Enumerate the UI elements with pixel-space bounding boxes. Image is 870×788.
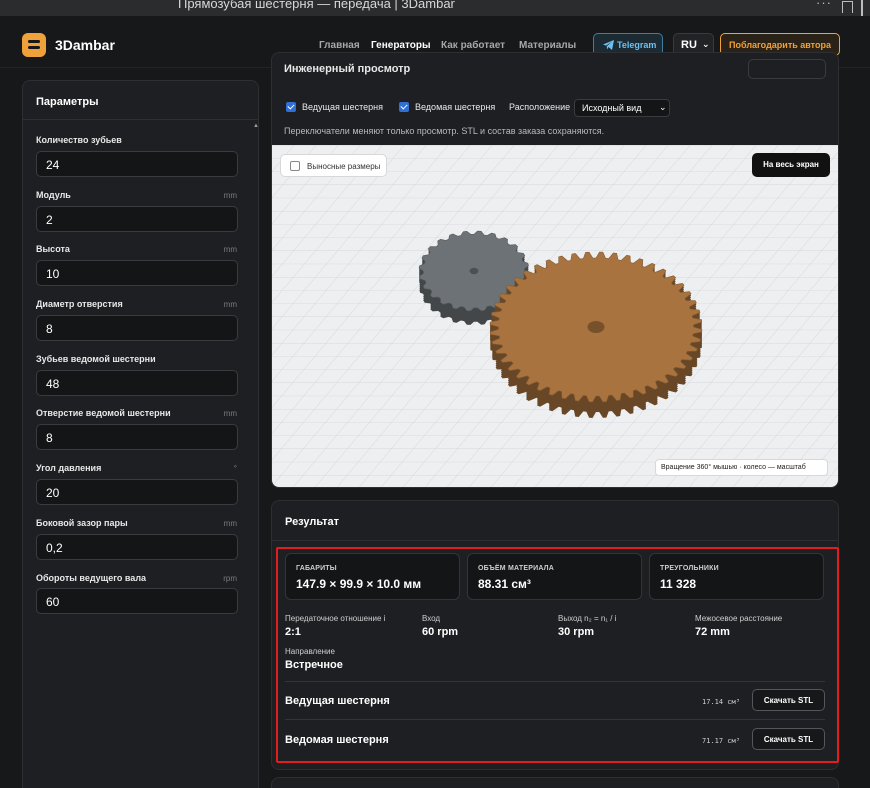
chevron-down-icon: ⌄: [659, 102, 667, 112]
nav-how-it-works[interactable]: Как работает: [441, 40, 505, 51]
browser-titlebar: Прямозубая шестерня — передача | 3Dambar…: [0, 0, 870, 16]
divider: [23, 119, 258, 120]
backlash-input[interactable]: 0,2: [36, 534, 238, 560]
backlash-label: Боковой зазор пары: [36, 518, 128, 528]
driven-gear-label: Ведомая шестерня: [415, 102, 496, 112]
driven-bore-value: 8: [46, 431, 53, 445]
teeth-value: 24: [46, 158, 60, 172]
divider: [272, 540, 838, 541]
module-unit: mm: [223, 191, 237, 200]
bore-value: 8: [46, 322, 53, 336]
module-input[interactable]: 2: [36, 206, 238, 232]
module-value: 2: [46, 213, 53, 227]
driven-bore-input[interactable]: 8: [36, 424, 238, 450]
pressure-angle-unit: °: [233, 464, 237, 473]
browser-tab-title: Прямозубая шестерня — передача | 3Dambar: [178, 0, 455, 11]
pressure-angle-input[interactable]: 20: [36, 479, 238, 505]
nav-generators[interactable]: Генераторы: [371, 40, 431, 51]
teeth-label: Количество зубьев: [36, 135, 122, 145]
dimension-lines-label: Выносные размеры: [307, 162, 381, 171]
telegram-icon: [603, 40, 614, 50]
next-panel: [271, 777, 839, 788]
layout-value: Исходный вид: [582, 103, 642, 113]
bore-unit: mm: [223, 300, 237, 309]
nav-materials[interactable]: Материалы: [519, 40, 576, 51]
nav-home[interactable]: Главная: [319, 40, 360, 51]
telegram-label: Telegram: [617, 40, 657, 50]
fullscreen-button[interactable]: На весь экран: [752, 153, 830, 177]
backlash-value: 0,2: [46, 541, 63, 555]
bookmark-icon[interactable]: [842, 1, 853, 13]
scroll-up-icon[interactable]: ▲: [253, 123, 258, 129]
highlight-frame: [276, 547, 839, 763]
driven-bore-label: Отверстие ведомой шестерни: [36, 408, 171, 418]
pressure-angle-label: Угол давления: [36, 463, 102, 473]
height-value: 10: [46, 267, 60, 281]
bore-input[interactable]: 8: [36, 315, 238, 341]
logo-icon[interactable]: [22, 33, 46, 57]
drive-gear-label: Ведущая шестерня: [302, 102, 383, 112]
gears-scene: [272, 145, 838, 487]
drive-gear-checkbox[interactable]: [286, 102, 296, 112]
window-edge: [861, 0, 863, 16]
driven-bore-unit: mm: [223, 409, 237, 418]
driven-teeth-value: 48: [46, 377, 60, 391]
more-icon[interactable]: ···: [816, 0, 832, 10]
viewer-title-button[interactable]: [748, 59, 826, 79]
dimension-lines-checkbox[interactable]: [290, 161, 300, 171]
parameters-title: Параметры: [36, 96, 99, 108]
height-input[interactable]: 10: [36, 260, 238, 286]
rpm-unit: rpm: [223, 574, 237, 583]
fullscreen-label: На весь экран: [763, 160, 819, 169]
driven-gear-bore: [587, 321, 605, 333]
controls-hint-text: Вращение 360° мышью · колесо — масштаб: [661, 464, 806, 471]
drive-gear-bore: [469, 267, 479, 275]
height-label: Высота: [36, 244, 70, 254]
engineering-viewer: Инженерный просмотр Ведущая шестерня Вед…: [271, 52, 839, 488]
viewer-note: Переключатели меняют только просмотр. ST…: [284, 126, 605, 136]
driven-teeth-input[interactable]: 48: [36, 370, 238, 396]
module-label: Модуль: [36, 190, 71, 200]
layout-label: Расположение: [509, 102, 571, 112]
bore-label: Диаметр отверстия: [36, 299, 123, 309]
viewer-title: Инженерный просмотр: [284, 63, 411, 75]
backlash-unit: mm: [223, 519, 237, 528]
chevron-down-icon: ⌄: [702, 39, 710, 49]
pressure-angle-value: 20: [46, 486, 60, 500]
layout-select[interactable]: Исходный вид ⌄: [574, 99, 670, 117]
driven-teeth-label: Зубьев ведомой шестерни: [36, 354, 156, 364]
rpm-label: Обороты ведущего вала: [36, 573, 147, 583]
3d-viewport[interactable]: Выносные размеры На весь экран Вращение …: [272, 145, 838, 487]
teeth-input[interactable]: 24: [36, 151, 238, 177]
driven-gear-checkbox[interactable]: [399, 102, 409, 112]
logo-text[interactable]: 3Dambar: [55, 37, 115, 53]
thank-author-label: Поблагодарить автора: [729, 40, 831, 50]
parameters-panel: Параметры ▲ Количество зубьев 24 Модуль …: [22, 80, 259, 788]
rpm-input[interactable]: 60: [36, 588, 238, 614]
height-unit: mm: [223, 245, 237, 254]
language-value: RU: [681, 39, 697, 51]
result-title: Результат: [285, 516, 340, 528]
dimension-lines-toggle[interactable]: Выносные размеры: [280, 154, 387, 177]
rpm-value: 60: [46, 595, 60, 609]
controls-hint: Вращение 360° мышью · колесо — масштаб: [655, 459, 828, 476]
